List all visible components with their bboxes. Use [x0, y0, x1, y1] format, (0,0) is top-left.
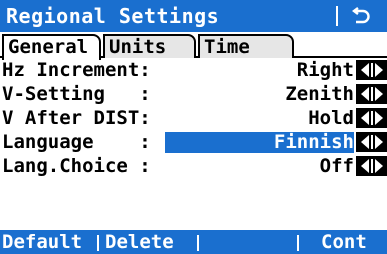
settings-list: Hz Increment: Right V-Setting : Zenith V…	[0, 58, 387, 178]
setting-value: Off	[319, 155, 354, 177]
setting-value: Finnish	[273, 131, 354, 153]
tab-units[interactable]: Units	[103, 34, 196, 58]
tab-label: General	[8, 36, 89, 58]
left-right-arrows-icon[interactable]	[356, 84, 387, 104]
setting-value: Right	[296, 59, 354, 81]
tab-time[interactable]: Time	[198, 34, 294, 58]
softkey-divider	[197, 235, 199, 251]
setting-row-v-after-dist[interactable]: V After DIST: Hold	[0, 106, 387, 130]
setting-label: V After DIST:	[2, 107, 151, 129]
setting-row-language[interactable]: Language : Finnish	[0, 130, 387, 154]
left-right-arrows-icon[interactable]	[356, 132, 387, 152]
tab-label: Time	[204, 36, 250, 58]
setting-row-v-setting[interactable]: V-Setting : Zenith	[0, 82, 387, 106]
tab-bar: General Units Time	[0, 32, 387, 60]
softkey-divider	[97, 235, 99, 251]
setting-label: Language :	[2, 131, 151, 153]
setting-label: Hz Increment:	[2, 59, 151, 81]
setting-row-hz-increment[interactable]: Hz Increment: Right	[0, 58, 387, 82]
setting-label: V-Setting :	[2, 83, 151, 105]
delete-button[interactable]: Delete	[105, 231, 174, 253]
title-divider	[336, 6, 338, 26]
default-button[interactable]: Default	[2, 231, 82, 253]
setting-value: Zenith	[285, 83, 354, 105]
tab-label: Units	[109, 36, 167, 58]
left-right-arrows-icon[interactable]	[356, 60, 387, 80]
left-right-arrows-icon[interactable]	[356, 108, 387, 128]
setting-value: Hold	[308, 107, 354, 129]
page-title: Regional Settings	[6, 4, 220, 28]
softkey-divider	[297, 235, 299, 251]
title-bar: Regional Settings	[0, 0, 387, 32]
tab-general[interactable]: General	[2, 34, 101, 60]
left-right-arrows-icon[interactable]	[356, 156, 387, 176]
softkey-bar: Default Delete Cont	[0, 230, 387, 254]
back-arrow-icon[interactable]	[346, 2, 376, 30]
setting-row-lang-choice[interactable]: Lang.Choice : Off	[0, 154, 387, 178]
cont-button[interactable]: Cont	[321, 231, 367, 253]
setting-label: Lang.Choice :	[2, 155, 151, 177]
